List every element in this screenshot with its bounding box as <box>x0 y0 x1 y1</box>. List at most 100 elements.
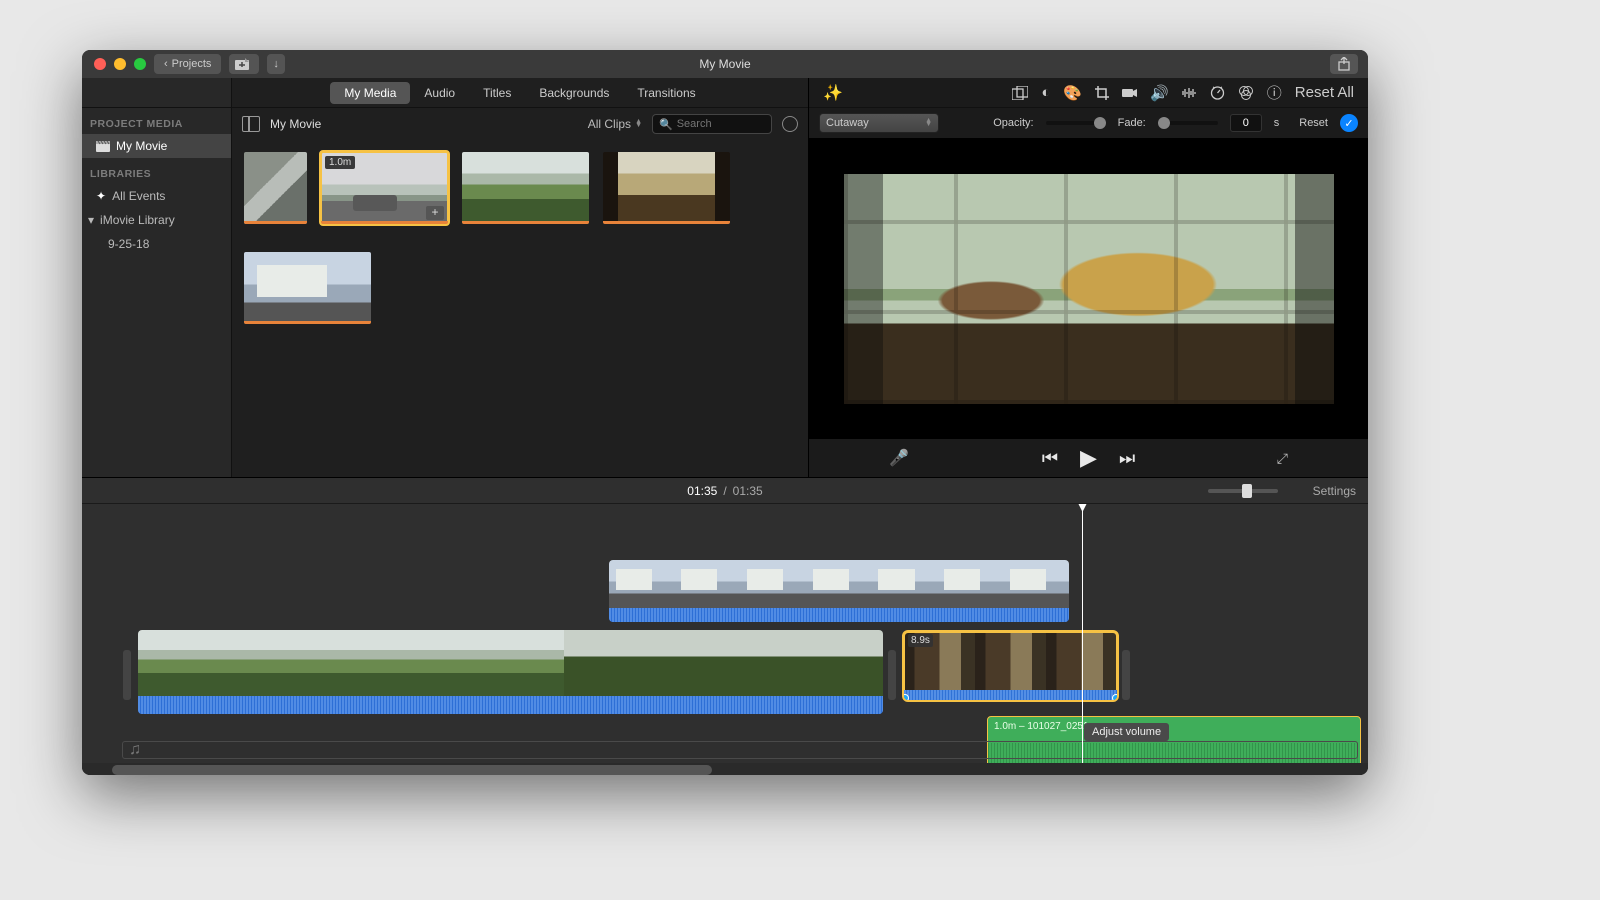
chevron-left-icon: ‹ <box>164 58 168 70</box>
color-balance-button[interactable]: ◐ <box>1041 84 1050 101</box>
overlay-controls: Cutaway ▲▼ Opacity: Fade: 0 s Reset ✓ <box>809 108 1368 138</box>
overlay-mode-label: Cutaway <box>826 117 869 129</box>
browser-tab-group: My Media Audio Titles Backgrounds Transi… <box>330 82 709 104</box>
tab-my-media[interactable]: My Media <box>330 82 410 104</box>
opacity-label: Opacity: <box>993 117 1033 129</box>
sidebar-project-label: My Movie <box>116 139 167 153</box>
sidebar: PROJECT MEDIA My Movie LIBRARIES ✦ All E… <box>82 78 232 477</box>
timeline-tracks[interactable]: 8.9s 1.0m – 101027_0251 Adjust volume ♫ <box>82 504 1368 763</box>
sidebar-library[interactable]: ▾ iMovie Library <box>82 208 231 232</box>
fade-handle-right[interactable] <box>1112 694 1117 700</box>
clip-thumbnails: 1.0m + <box>232 140 808 477</box>
clip-edge-handle[interactable] <box>888 650 896 700</box>
overlay-mode-dropdown[interactable]: Cutaway ▲▼ <box>819 113 939 133</box>
browser-header: My Movie All Clips ▲▼ 🔍 <box>232 108 808 140</box>
fade-unit: s <box>1274 117 1280 129</box>
tab-transitions[interactable]: Transitions <box>623 82 709 104</box>
share-icon <box>1338 57 1350 71</box>
voiceover-button[interactable]: 🎤 <box>889 448 909 468</box>
enhance-button[interactable]: ✨ <box>823 83 843 103</box>
clip-duration-badge: 1.0m <box>325 156 355 169</box>
fade-handle-left[interactable] <box>904 694 909 700</box>
noise-reduction-button[interactable] <box>1182 87 1197 99</box>
media-browser: My Media Audio Titles Backgrounds Transi… <box>232 78 808 477</box>
info-button[interactable]: ⓘ <box>1267 82 1282 103</box>
stepper-icon: ▲▼ <box>635 120 642 128</box>
clapper-icon <box>96 141 110 152</box>
playhead[interactable] <box>1082 504 1083 763</box>
library-label: iMovie Library <box>100 213 175 227</box>
timeline-scrollbar[interactable] <box>112 765 712 775</box>
viewer-panel: ✨ ◐ 🎨 🔊 ⓘ Reset All Cutaway <box>808 78 1368 477</box>
sidebar-project-item[interactable]: My Movie <box>82 134 231 158</box>
clip-edge-handle[interactable] <box>1122 650 1130 700</box>
primary-clip-2-selected[interactable]: 8.9s <box>904 632 1117 700</box>
tab-titles[interactable]: Titles <box>469 82 525 104</box>
primary-clip-1[interactable] <box>138 630 883 714</box>
all-events-label: All Events <box>112 189 165 203</box>
clip-edge-handle[interactable] <box>123 650 131 700</box>
reset-button[interactable]: Reset <box>1299 117 1328 129</box>
clip-thumb[interactable] <box>244 152 307 224</box>
clip-filter-dropdown[interactable]: All Clips ▲▼ <box>588 117 642 131</box>
add-to-timeline-button[interactable]: + <box>426 206 444 220</box>
import-button[interactable] <box>229 54 259 74</box>
stabilization-button[interactable] <box>1122 87 1137 99</box>
fade-label: Fade: <box>1118 117 1146 129</box>
share-button[interactable] <box>1330 54 1358 74</box>
libraries-header: LIBRARIES <box>82 158 231 184</box>
color-correction-button[interactable]: 🎨 <box>1063 84 1082 102</box>
background-music-well[interactable]: ♫ <box>122 741 1358 759</box>
traffic-lights <box>82 58 146 70</box>
browser-title: My Movie <box>270 117 321 131</box>
current-time: 01:35 <box>687 484 717 498</box>
title-bar: ‹ Projects ↓ My Movie <box>82 50 1368 78</box>
clip-thumb-selected[interactable]: 1.0m + <box>321 152 448 224</box>
download-arrow-icon: ↓ <box>273 58 279 70</box>
fade-value-field[interactable]: 0 <box>1230 114 1262 132</box>
apply-button[interactable]: ✓ <box>1340 114 1358 132</box>
tab-backgrounds[interactable]: Backgrounds <box>525 82 623 104</box>
sidebar-all-events[interactable]: ✦ All Events <box>82 184 231 208</box>
opacity-slider[interactable] <box>1046 121 1106 125</box>
adjustment-bar: ✨ ◐ 🎨 🔊 ⓘ Reset All <box>809 78 1368 108</box>
tooltip: Adjust volume <box>1084 723 1169 741</box>
disclosure-triangle-icon[interactable]: ▾ <box>88 213 94 227</box>
next-button[interactable]: ⏭ <box>1119 448 1135 469</box>
clip-thumb[interactable] <box>462 152 589 224</box>
preview-viewport[interactable] <box>809 138 1368 439</box>
download-button[interactable]: ↓ <box>267 54 285 74</box>
stepper-icon: ▲▼ <box>925 119 932 127</box>
audio-clip-label: 1.0m – 101027_0251 <box>994 721 1089 732</box>
zoom-window-button[interactable] <box>134 58 146 70</box>
projects-back-button[interactable]: ‹ Projects <box>154 54 221 74</box>
fade-slider[interactable] <box>1158 121 1218 125</box>
prev-button[interactable]: ⏮ <box>1042 448 1058 469</box>
clip-filter-label: All Clips <box>588 117 631 131</box>
toggle-sidebar-button[interactable] <box>242 116 260 132</box>
volume-button[interactable]: 🔊 <box>1150 84 1169 102</box>
clip-thumb[interactable] <box>244 252 371 324</box>
close-window-button[interactable] <box>94 58 106 70</box>
search-field[interactable]: 🔍 <box>652 114 772 134</box>
play-button[interactable]: ▶ <box>1080 445 1097 471</box>
timeline-settings-button[interactable]: Settings <box>1313 484 1356 498</box>
fullscreen-button[interactable]: ⤢ <box>1277 450 1288 467</box>
clip-thumb[interactable] <box>603 152 730 224</box>
timeline-zoom-slider[interactable] <box>1208 489 1278 493</box>
search-icon: 🔍 <box>659 118 673 131</box>
minimize-window-button[interactable] <box>114 58 126 70</box>
speed-button[interactable] <box>1210 85 1225 100</box>
tab-audio[interactable]: Audio <box>410 82 469 104</box>
overlay-settings-button[interactable] <box>1012 86 1028 100</box>
star-icon: ✦ <box>96 189 106 203</box>
crop-button[interactable] <box>1095 86 1109 100</box>
filters-button[interactable] <box>1238 86 1254 100</box>
cutaway-clip[interactable] <box>609 560 1069 622</box>
time-separator: / <box>723 484 726 498</box>
search-input[interactable] <box>677 118 757 130</box>
sidebar-event[interactable]: 9-25-18 <box>82 232 231 256</box>
browser-settings-button[interactable] <box>782 116 798 132</box>
clip-duration-label: 8.9s <box>908 634 933 647</box>
reset-all-button[interactable]: Reset All <box>1295 84 1354 101</box>
